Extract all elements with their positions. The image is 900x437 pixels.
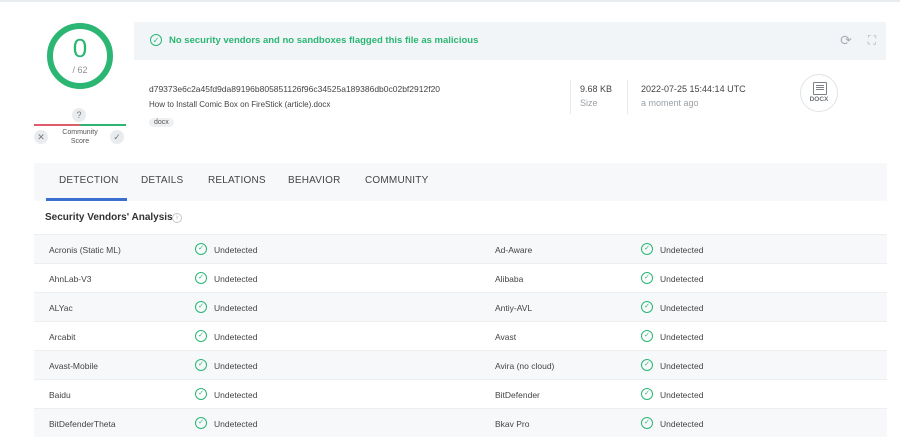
tab-community[interactable]: COMMUNITY xyxy=(365,175,428,186)
tab-detection[interactable]: DETECTION xyxy=(59,175,119,186)
table-row: Baidu ✓ Undetected BitDefender ✓ Undetected xyxy=(34,379,887,408)
tab-relations[interactable]: RELATIONS xyxy=(208,175,266,186)
vendor-name: Avast-Mobile xyxy=(49,361,98,371)
check-circle-icon: ✓ xyxy=(641,330,653,342)
check-circle-icon: ✓ xyxy=(195,330,207,342)
score-detected: 0 xyxy=(72,33,88,63)
vendor-result: Undetected xyxy=(660,419,704,429)
vendor-name: Avira (no cloud) xyxy=(495,361,555,371)
vendor-result: Undetected xyxy=(214,274,258,284)
vendor-result: Undetected xyxy=(214,332,258,342)
status-banner: ✓ No security vendors and no sandboxes f… xyxy=(134,22,886,60)
table-row: ALYac ✓ Undetected Antiy-AVL ✓ Undetected xyxy=(34,292,887,321)
vendor-name: Baidu xyxy=(49,390,71,400)
check-circle-icon: ✓ xyxy=(195,272,207,284)
check-circle-icon: ✓ xyxy=(150,34,162,46)
vendor-result: Undetected xyxy=(660,361,704,371)
vendor-result: Undetected xyxy=(214,390,258,400)
section-title: Security Vendors' Analysis xyxy=(45,212,173,223)
vendor-result: Undetected xyxy=(660,274,704,284)
divider xyxy=(627,80,628,114)
vendor-name: BitDefender xyxy=(495,390,540,400)
vendor-result: Undetected xyxy=(214,303,258,313)
community-score-bar xyxy=(34,124,126,126)
check-circle-icon: ✓ xyxy=(195,243,207,255)
vendor-name: AhnLab-V3 xyxy=(49,274,92,284)
community-help-icon[interactable]: ? xyxy=(72,108,86,122)
vendor-name: Antiy-AVL xyxy=(495,303,533,313)
score-total: / 62 xyxy=(72,65,88,75)
file-size: 9.68 KB xyxy=(580,84,613,94)
table-row: BitDefenderTheta ✓ Undetected Bkav Pro ✓ Unde… xyxy=(34,408,887,437)
vote-positive-icon[interactable]: ✓ xyxy=(110,130,124,144)
check-circle-icon: ✓ xyxy=(641,243,653,255)
check-circle-icon: ✓ xyxy=(641,301,653,313)
vendor-name: Alibaba xyxy=(495,274,524,284)
table-row: Arcabit ✓ Undetected Avast ✓ Undetected xyxy=(34,321,887,350)
table-row: Acronis (Static ML) ✓ Undetected Ad-Aware ✓ U… xyxy=(34,234,887,263)
check-circle-icon: ✓ xyxy=(641,388,653,400)
vote-negative-icon[interactable]: ✕ xyxy=(34,130,48,144)
status-message: No security vendors and no sandboxes fla… xyxy=(169,35,479,46)
file-type-label: DOCX xyxy=(809,96,829,103)
vendor-name: Avast xyxy=(495,332,517,342)
tab-behavior[interactable]: BEHAVIOR xyxy=(288,175,341,186)
vendor-result: Undetected xyxy=(660,245,704,255)
check-circle-icon: ✓ xyxy=(641,359,653,371)
check-circle-icon: ✓ xyxy=(195,388,207,400)
reanalyze-icon[interactable]: ⟳ xyxy=(838,32,854,48)
check-circle-icon: ✓ xyxy=(641,417,653,429)
table-row: AhnLab-V3 ✓ Undetected Alibaba ✓ Undetected xyxy=(34,263,887,292)
graph-icon[interactable]: ⛶ xyxy=(864,32,880,48)
vendor-name: Arcabit xyxy=(49,332,76,342)
top-divider xyxy=(0,0,900,2)
vendor-result: Undetected xyxy=(214,245,258,255)
file-size-label: Size xyxy=(580,98,598,108)
check-circle-icon: ✓ xyxy=(641,272,653,284)
active-tab-indicator xyxy=(46,198,127,201)
check-circle-icon: ✓ xyxy=(195,359,207,371)
tab-bar: DETECTION DETAILS RELATIONS BEHAVIOR COM… xyxy=(34,163,887,201)
file-name: How to Install Comic Box on FireStick (a… xyxy=(149,100,331,109)
check-circle-icon: ✓ xyxy=(195,417,207,429)
check-circle-icon: ✓ xyxy=(195,301,207,313)
analysis-relative-time: a moment ago xyxy=(641,98,699,108)
vendor-name: Bkav Pro xyxy=(495,419,530,429)
vendor-name: BitDefenderTheta xyxy=(49,419,116,429)
vendor-result: Undetected xyxy=(660,332,704,342)
tab-details[interactable]: DETAILS xyxy=(141,175,183,186)
document-icon xyxy=(813,82,827,95)
vendor-result: Undetected xyxy=(214,419,258,429)
file-hash[interactable]: d79373e6c2a45fd9da89196b805851126f96c345… xyxy=(149,84,440,94)
vendor-result: Undetected xyxy=(660,303,704,313)
vendors-table: Acronis (Static ML) ✓ Undetected Ad-Aware ✓ U… xyxy=(34,234,887,437)
file-type-badge: DOCX xyxy=(800,74,838,112)
vendor-result: Undetected xyxy=(660,390,704,400)
info-icon[interactable]: i xyxy=(172,213,182,223)
divider xyxy=(570,80,571,114)
vendor-name: Acronis (Static ML) xyxy=(49,245,121,255)
table-row: Avast-Mobile ✓ Undetected Avira (no cloud) ✓… xyxy=(34,350,887,379)
community-score-label: Community Score xyxy=(62,129,98,145)
file-tag[interactable]: docx xyxy=(149,118,174,127)
vendor-name: ALYac xyxy=(49,303,73,313)
vendor-name: Ad-Aware xyxy=(495,245,533,255)
analysis-date: 2022-07-25 15:44:14 UTC xyxy=(641,84,746,94)
vendor-result: Undetected xyxy=(214,361,258,371)
